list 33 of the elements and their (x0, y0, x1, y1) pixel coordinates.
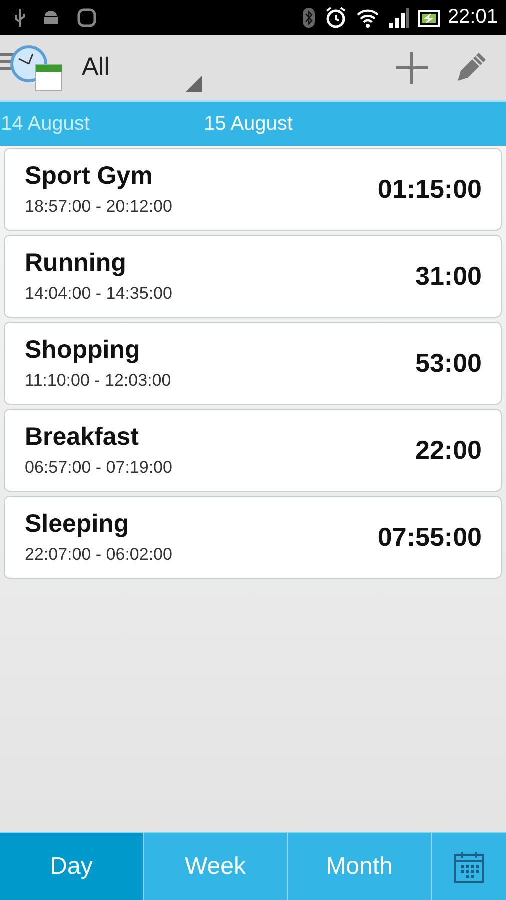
app-logo-icon[interactable] (0, 42, 64, 92)
clock-time: 22:01 (448, 6, 498, 29)
entry-time-range: 14:04:00 - 14:35:00 (25, 284, 172, 304)
filter-dropdown[interactable]: All (76, 53, 186, 82)
entry-name: Breakfast (25, 423, 140, 452)
entry-name: Sport Gym (25, 162, 154, 191)
bluetooth-icon (302, 6, 316, 28)
watch-icon (76, 6, 98, 28)
entry-card[interactable]: Sleeping 22:07:00 - 06:02:00 07:55:00 (4, 496, 502, 579)
battery-icon (418, 8, 440, 28)
entry-duration: 53:00 (416, 348, 482, 379)
entry-card[interactable]: Breakfast 06:57:00 - 07:19:00 22:00 (4, 409, 502, 492)
alarm-clock-icon (324, 6, 348, 30)
entry-name: Sleeping (25, 510, 130, 539)
entry-duration: 31:00 (416, 261, 482, 292)
entry-duration: 22:00 (416, 435, 482, 466)
entry-card[interactable]: Shopping 11:10:00 - 12:03:00 53:00 (4, 322, 502, 405)
entry-duration: 07:55:00 (378, 522, 482, 553)
entry-time-range: 18:57:00 - 20:12:00 (25, 197, 172, 217)
signal-icon (388, 6, 410, 28)
entry-name: Shopping (25, 336, 142, 365)
entry-duration: 01:15:00 (378, 174, 482, 205)
entry-name: Running (25, 249, 128, 278)
entry-time-range: 22:07:00 - 06:02:00 (25, 545, 172, 565)
entry-card[interactable]: Sport Gym 18:57:00 - 20:12:00 01:15:00 (4, 148, 502, 231)
entry-card[interactable]: Running 14:04:00 - 14:35:00 31:00 (4, 235, 502, 318)
calendar-icon (453, 850, 485, 884)
usb-icon (14, 8, 26, 28)
entry-time-range: 06:57:00 - 07:19:00 (25, 458, 172, 478)
add-icon[interactable] (394, 50, 430, 86)
dropdown-caret-icon (186, 76, 202, 92)
entry-time-range: 11:10:00 - 12:03:00 (25, 371, 172, 391)
wifi-icon (356, 6, 380, 28)
